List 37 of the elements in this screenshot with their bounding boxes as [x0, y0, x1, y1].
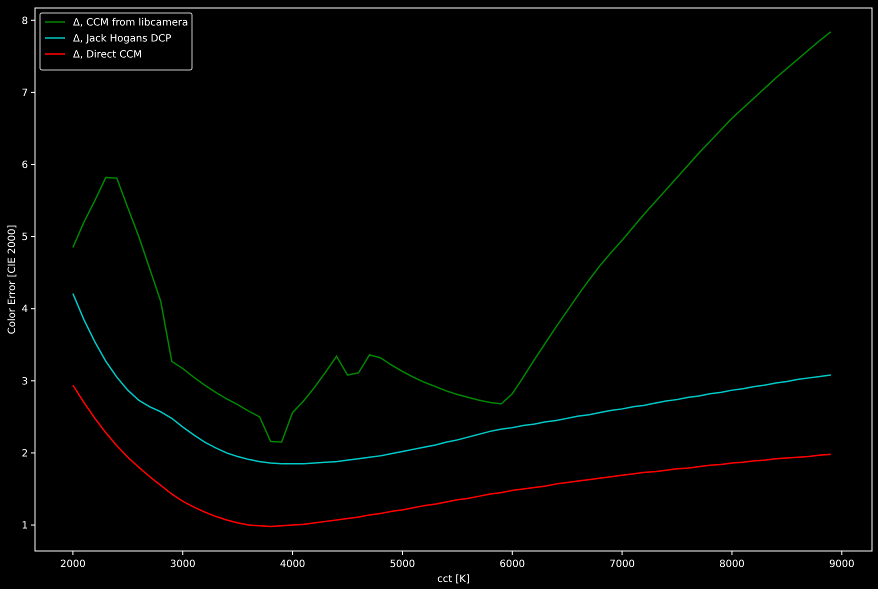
- y-tick-label: 8: [22, 16, 28, 27]
- y-tick: [30, 452, 36, 454]
- legend-label: Δ, Jack Hogans DCP: [73, 34, 172, 44]
- x-tick: [72, 550, 74, 556]
- x-tick-label: 4000: [280, 559, 306, 570]
- y-tick: [30, 380, 36, 382]
- y-tick-label: 2: [22, 448, 28, 460]
- y-tick-label: 5: [22, 232, 28, 244]
- y-tick: [30, 236, 36, 238]
- x-tick-label: 9000: [829, 559, 855, 570]
- legend-label: Δ, Direct CCM: [73, 50, 142, 60]
- x-tick: [292, 550, 294, 556]
- y-tick: [30, 20, 36, 21]
- x-axis-label: cct [K]: [437, 574, 470, 585]
- y-tick-label: 4: [22, 304, 28, 316]
- x-tick: [402, 550, 403, 556]
- x-tick: [731, 550, 732, 556]
- x-tick: [182, 550, 184, 556]
- x-tick: [841, 550, 842, 556]
- x-tick-label: 2000: [60, 559, 86, 570]
- y-tick: [30, 308, 36, 310]
- x-tick: [512, 550, 513, 556]
- y-tick-label: 7: [22, 88, 28, 99]
- x-tick-label: 8000: [719, 559, 745, 570]
- y-tick-label: 6: [22, 160, 28, 171]
- x-tick-label: 7000: [609, 559, 635, 570]
- x-tick-label: 6000: [500, 559, 525, 570]
- y-tick-label: 3: [22, 376, 28, 388]
- y-tick: [30, 524, 36, 526]
- x-tick-label: 3000: [170, 559, 196, 570]
- x-tick: [622, 550, 623, 556]
- y-axis-label: Color Error [CIE 2000]: [7, 224, 18, 334]
- x-tick-label: 5000: [390, 559, 416, 570]
- legend-label: Δ, CCM from libcamera: [73, 18, 188, 28]
- y-tick: [30, 164, 36, 165]
- y-tick-label: 1: [22, 520, 28, 532]
- y-tick: [30, 92, 36, 93]
